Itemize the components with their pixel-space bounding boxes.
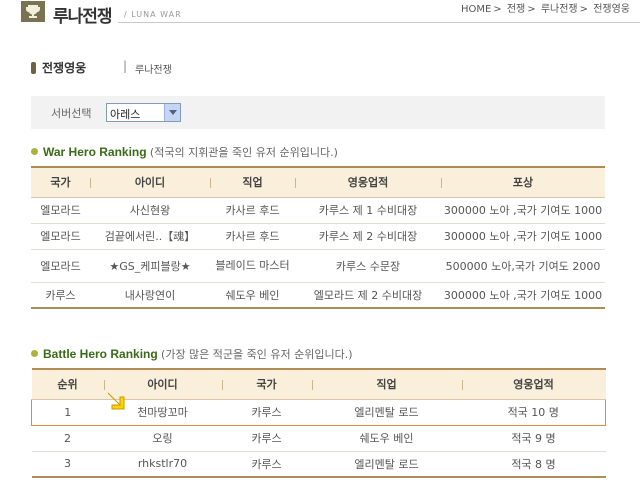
cell-nation: 엘모라드 <box>31 223 90 250</box>
cell-reward: 300000 노아 ,국가 기여도 1000 <box>441 282 605 309</box>
cursor-arrow-icon <box>106 391 128 414</box>
table-row: 엘모라드 사신현왕 카사르 후드 카루스 제 1 수비대장 300000 노아 … <box>31 197 605 224</box>
battle-ranking-title: Battle Hero Ranking <box>43 347 158 361</box>
table-row[interactable]: 2 오링 카루스 쉐도우 베인 적국 9 명 <box>31 425 606 452</box>
bullet-icon <box>31 350 38 357</box>
section-subtitle: 루나전쟁 <box>135 65 172 76</box>
cell-class: 카사르 후드 <box>210 197 295 224</box>
section-separator: | <box>123 59 128 73</box>
header-divider <box>118 22 640 23</box>
cell-reward: 300000 노아 ,국가 기여도 1000 <box>441 197 605 224</box>
war-ranking-title: War Hero Ranking <box>43 145 147 159</box>
cell-reward: 500000 노아,국가 기여도 2000 <box>441 249 605 283</box>
cell-class: 카사르 후드 <box>210 223 295 250</box>
battle-ranking-table: 순위 아이디 국가 직업 영웅업적 1 천마땅꼬마 카루스 엘리멘탈 로드 적국… <box>31 368 606 478</box>
cell-achievement: 적국 8 명 <box>461 451 606 478</box>
col-header-achievement: 영웅업적 <box>461 368 606 400</box>
bullet-icon <box>31 148 38 155</box>
cell-id: ★GS_케피블랑★ <box>90 249 210 283</box>
cell-rank: 1 <box>31 398 104 426</box>
section-bar-icon <box>31 62 36 74</box>
col-header-id: 아이디 <box>90 166 210 198</box>
table-row: 카루스 내사랑연이 쉐도우 베인 엘모라드 제 2 수비대장 300000 노아… <box>31 282 605 309</box>
cell-nation: 카루스 <box>221 451 312 478</box>
server-label: 서버선택 <box>51 107 92 120</box>
cell-achievement: 카루스 제 1 수비대장 <box>295 197 441 224</box>
cell-rank: 2 <box>31 425 104 452</box>
trophy-icon <box>21 1 45 22</box>
server-select-value: 아레스 <box>110 108 141 121</box>
cell-id: rhkstlr70 <box>103 451 222 478</box>
chevron-down-icon[interactable] <box>164 104 180 121</box>
col-header-class: 직업 <box>210 166 295 198</box>
breadcrumb-luna-war[interactable]: 루나전쟁 <box>541 4 578 15</box>
breadcrumb-war[interactable]: 전쟁 <box>507 4 525 15</box>
cell-nation: 엘모라드 <box>31 249 90 283</box>
table-row[interactable]: 3 rhkstlr70 카루스 엘리멘탈 로드 적국 8 명 <box>31 451 606 478</box>
col-header-rank: 순위 <box>31 368 104 400</box>
cell-achievement: 적국 9 명 <box>461 425 606 452</box>
table-header-row: 국가 아이디 직업 영웅업적 포상 <box>31 166 605 198</box>
col-header-nation: 국가 <box>31 166 90 198</box>
col-header-reward: 포상 <box>441 166 605 198</box>
server-selector-panel: 서버선택 아레스 <box>31 96 605 129</box>
battle-ranking-description: (가장 많은 적군을 죽인 유저 순위입니다.) <box>161 348 353 361</box>
cell-achievement: 카루스 수문장 <box>295 249 441 283</box>
cell-achievement: 적국 10 명 <box>461 398 606 426</box>
cell-id: 내사랑연이 <box>90 282 210 309</box>
war-ranking-table: 국가 아이디 직업 영웅업적 포상 엘모라드 사신현왕 카사르 후드 카루스 제… <box>31 166 605 309</box>
cell-id: 사신현왕 <box>90 197 210 224</box>
cell-class: 쉐도우 베인 <box>210 282 295 309</box>
cell-nation: 카루스 <box>221 425 312 452</box>
table-row: 엘모라드 ★GS_케피블랑★ 블레이드 마스터 카루스 수문장 500000 노… <box>31 249 605 283</box>
page-subtitle: / LUNA WAR <box>124 10 182 19</box>
cell-class: 쉐도우 베인 <box>311 425 462 452</box>
war-ranking-description: (적국의 지휘관을 죽인 유저 순위입니다.) <box>149 146 338 159</box>
cell-class: 엘리멘탈 로드 <box>311 451 462 478</box>
col-header-achievement: 영웅업적 <box>295 166 441 198</box>
table-row: 엘모라드 검끝에서린..【魂】 카사르 후드 카루스 제 2 수비대장 3000… <box>31 223 605 250</box>
breadcrumb-home[interactable]: HOME <box>461 4 491 15</box>
server-select[interactable]: 아레스 <box>106 103 181 122</box>
section-title: 전쟁영웅 <box>42 61 87 75</box>
col-header-class: 직업 <box>311 368 462 400</box>
breadcrumb-war-hero: 전쟁영웅 <box>593 4 630 15</box>
cell-reward: 300000 노아 ,국가 기여도 1000 <box>441 223 605 250</box>
page-header: 루나전쟁 / LUNA WAR HOME > 전쟁 > 루나전쟁 > 전쟁영웅 <box>0 0 640 27</box>
page-title: 루나전쟁 <box>53 7 113 27</box>
cell-achievement: 카루스 제 2 수비대장 <box>295 223 441 250</box>
breadcrumb: HOME > 전쟁 > 루나전쟁 > 전쟁영웅 <box>460 4 630 15</box>
col-header-nation: 국가 <box>221 368 312 400</box>
cell-achievement: 엘모라드 제 2 수비대장 <box>295 282 441 309</box>
cell-nation: 엘모라드 <box>31 197 90 224</box>
cell-nation: 카루스 <box>31 282 90 309</box>
cell-class: 블레이드 마스터 <box>210 249 295 283</box>
cell-rank: 3 <box>31 451 104 478</box>
cell-nation: 카루스 <box>221 398 312 426</box>
cell-id: 오링 <box>103 425 222 452</box>
cell-class: 엘리멘탈 로드 <box>311 398 462 426</box>
cell-id: 검끝에서린..【魂】 <box>90 223 210 250</box>
